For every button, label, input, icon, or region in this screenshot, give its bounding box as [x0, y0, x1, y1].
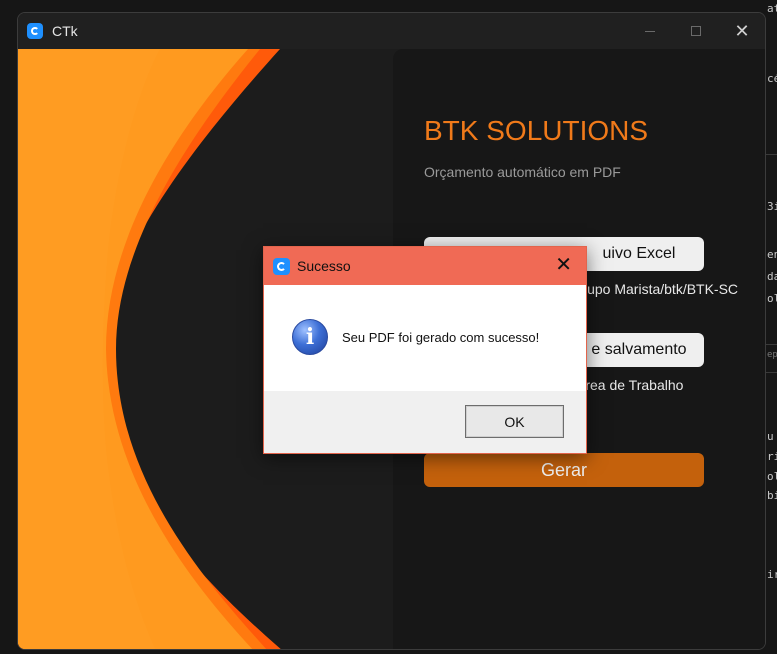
dialog-title-bar[interactable]: Sucesso ✕ [264, 247, 586, 285]
background-code-fragment: u [767, 430, 774, 443]
background-code-fragment: bi [767, 489, 777, 502]
minimize-icon [645, 30, 655, 32]
background-code-fragment: ata [767, 2, 777, 15]
close-button[interactable]: ✕ [719, 13, 765, 49]
ctk-app-icon [27, 23, 43, 39]
select-excel-label: uivo Excel [602, 245, 676, 262]
dialog-footer: OK [264, 391, 586, 453]
background-code-fragment: ol [767, 292, 777, 305]
save-path-label: Área de Trabalho [576, 377, 684, 393]
dialog-body: i Seu PDF foi gerado com sucesso! [264, 285, 586, 391]
background-code-fragment: epi [767, 350, 777, 360]
generate-button[interactable]: Gerar [424, 453, 704, 487]
ctk-app-icon [273, 257, 290, 275]
window-title: CTk [52, 23, 78, 39]
background-divider [766, 344, 777, 345]
background-code-fragment: en [767, 248, 777, 261]
background-code-fragment: ri [767, 450, 777, 463]
background-code-fragment: da [767, 270, 777, 283]
title-bar[interactable]: CTk ✕ [18, 13, 765, 49]
background-code-fragment: cé [767, 72, 777, 85]
maximize-icon [691, 26, 701, 36]
excel-path-label: - Grupo Marista/btk/BTK-SC [563, 281, 739, 297]
close-icon: ✕ [734, 20, 750, 41]
background-code-fragment: ir [767, 568, 777, 581]
ok-button[interactable]: OK [465, 405, 564, 438]
ok-label: OK [504, 413, 525, 430]
info-icon: i [292, 319, 328, 355]
background-divider [766, 372, 777, 373]
background-divider [766, 154, 777, 155]
background-code-fragment: ol [767, 470, 777, 483]
select-save-label: e salvamento [591, 341, 687, 358]
subtitle: Orçamento automático em PDF [424, 164, 621, 180]
dialog-title: Sucesso [297, 258, 351, 274]
maximize-button[interactable] [673, 13, 719, 49]
dialog-close-button[interactable]: ✕ [555, 255, 572, 275]
dialog-message: Seu PDF foi gerado com sucesso! [342, 330, 540, 345]
background-code-fragment: 3i [767, 200, 777, 213]
success-dialog: Sucesso ✕ i Seu PDF foi gerado com suces… [263, 246, 587, 454]
minimize-button[interactable] [627, 13, 673, 49]
brand-title: BTK SOLUTIONS [424, 115, 649, 146]
generate-label: Gerar [540, 459, 587, 480]
